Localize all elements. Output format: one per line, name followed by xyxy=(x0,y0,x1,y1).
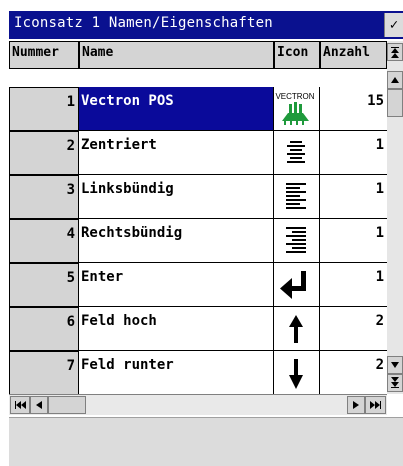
column-header-name[interactable]: Name xyxy=(79,41,274,69)
status-bar xyxy=(9,417,403,466)
row-count-2[interactable]: 1 xyxy=(320,131,387,175)
align-left-icon xyxy=(286,183,306,209)
row-number-4[interactable]: 4 xyxy=(9,219,79,263)
row-count-5[interactable]: 1 xyxy=(320,263,387,307)
window-title: Iconsatz 1 Namen/Eigenschaften xyxy=(14,15,273,31)
arrow-up-icon xyxy=(289,315,303,343)
column-header-anzahl[interactable]: Anzahl xyxy=(320,41,387,69)
vertical-scrollbar[interactable] xyxy=(387,41,403,394)
scroll-left-icon[interactable] xyxy=(30,396,48,414)
align-center-icon xyxy=(287,141,305,163)
scroll-right-icon[interactable] xyxy=(347,396,365,414)
row-count-3[interactable]: 1 xyxy=(320,175,387,219)
enter-arrow-icon xyxy=(280,271,306,299)
scroll-rightmost-icon[interactable] xyxy=(365,396,386,414)
scroll-down-icon[interactable] xyxy=(387,356,403,374)
row-number-2[interactable]: 2 xyxy=(9,131,79,175)
scroll-up-icon[interactable] xyxy=(387,71,403,89)
row-name-1[interactable]: Vectron POS xyxy=(79,87,274,131)
horizontal-scroll-thumb[interactable] xyxy=(48,396,86,414)
row-name-7[interactable]: Feld runter xyxy=(79,351,274,394)
row-number-7[interactable]: 7 xyxy=(9,351,79,394)
dropdown-button[interactable]: ✓ xyxy=(384,13,403,37)
row-name-3[interactable]: Linksbündig xyxy=(79,175,274,219)
row-name-6[interactable]: Feld hoch xyxy=(79,307,274,351)
scroll-thumb[interactable] xyxy=(387,89,403,117)
row-count-1[interactable]: 15 xyxy=(320,87,387,131)
horizontal-scrollbar[interactable] xyxy=(9,394,387,415)
row-icon-cell-7[interactable] xyxy=(274,351,320,394)
row-name-2[interactable]: Zentriert xyxy=(79,131,274,175)
row-icon-cell-3[interactable] xyxy=(274,175,320,219)
align-right-icon xyxy=(286,227,306,253)
vectron-logo-icon: VECTRON xyxy=(275,92,315,125)
row-number-3[interactable]: 3 xyxy=(9,175,79,219)
row-icon-cell-1[interactable]: VECTRON xyxy=(274,87,320,131)
row-name-5[interactable]: Enter xyxy=(79,263,274,307)
row-count-4[interactable]: 1 xyxy=(320,219,387,263)
arrow-down-icon xyxy=(289,359,303,389)
row-name-4[interactable]: Rechtsbündig xyxy=(79,219,274,263)
row-count-6[interactable]: 2 xyxy=(320,307,387,351)
row-count-7[interactable]: 2 xyxy=(320,351,387,394)
column-header-nummer[interactable]: Nummer xyxy=(9,41,79,69)
row-number-5[interactable]: 5 xyxy=(9,263,79,307)
row-icon-cell-2[interactable] xyxy=(274,131,320,175)
row-number-6[interactable]: 6 xyxy=(9,307,79,351)
row-number-1[interactable]: 1 xyxy=(9,87,79,131)
scroll-first-icon[interactable] xyxy=(387,43,403,61)
vectron-logo-text: VECTRON xyxy=(275,92,314,101)
title-bar: Iconsatz 1 Namen/Eigenschaften ✓ xyxy=(9,11,403,39)
row-icon-cell-6[interactable] xyxy=(274,307,320,351)
row-icon-cell-5[interactable] xyxy=(274,263,320,307)
scroll-last-icon[interactable] xyxy=(387,374,403,392)
icon-table: Nummer Name Icon Anzahl 1 Vectron POS VE… xyxy=(9,41,387,394)
row-icon-cell-4[interactable] xyxy=(274,219,320,263)
scroll-leftmost-icon[interactable] xyxy=(10,396,30,414)
column-header-icon[interactable]: Icon xyxy=(274,41,320,69)
